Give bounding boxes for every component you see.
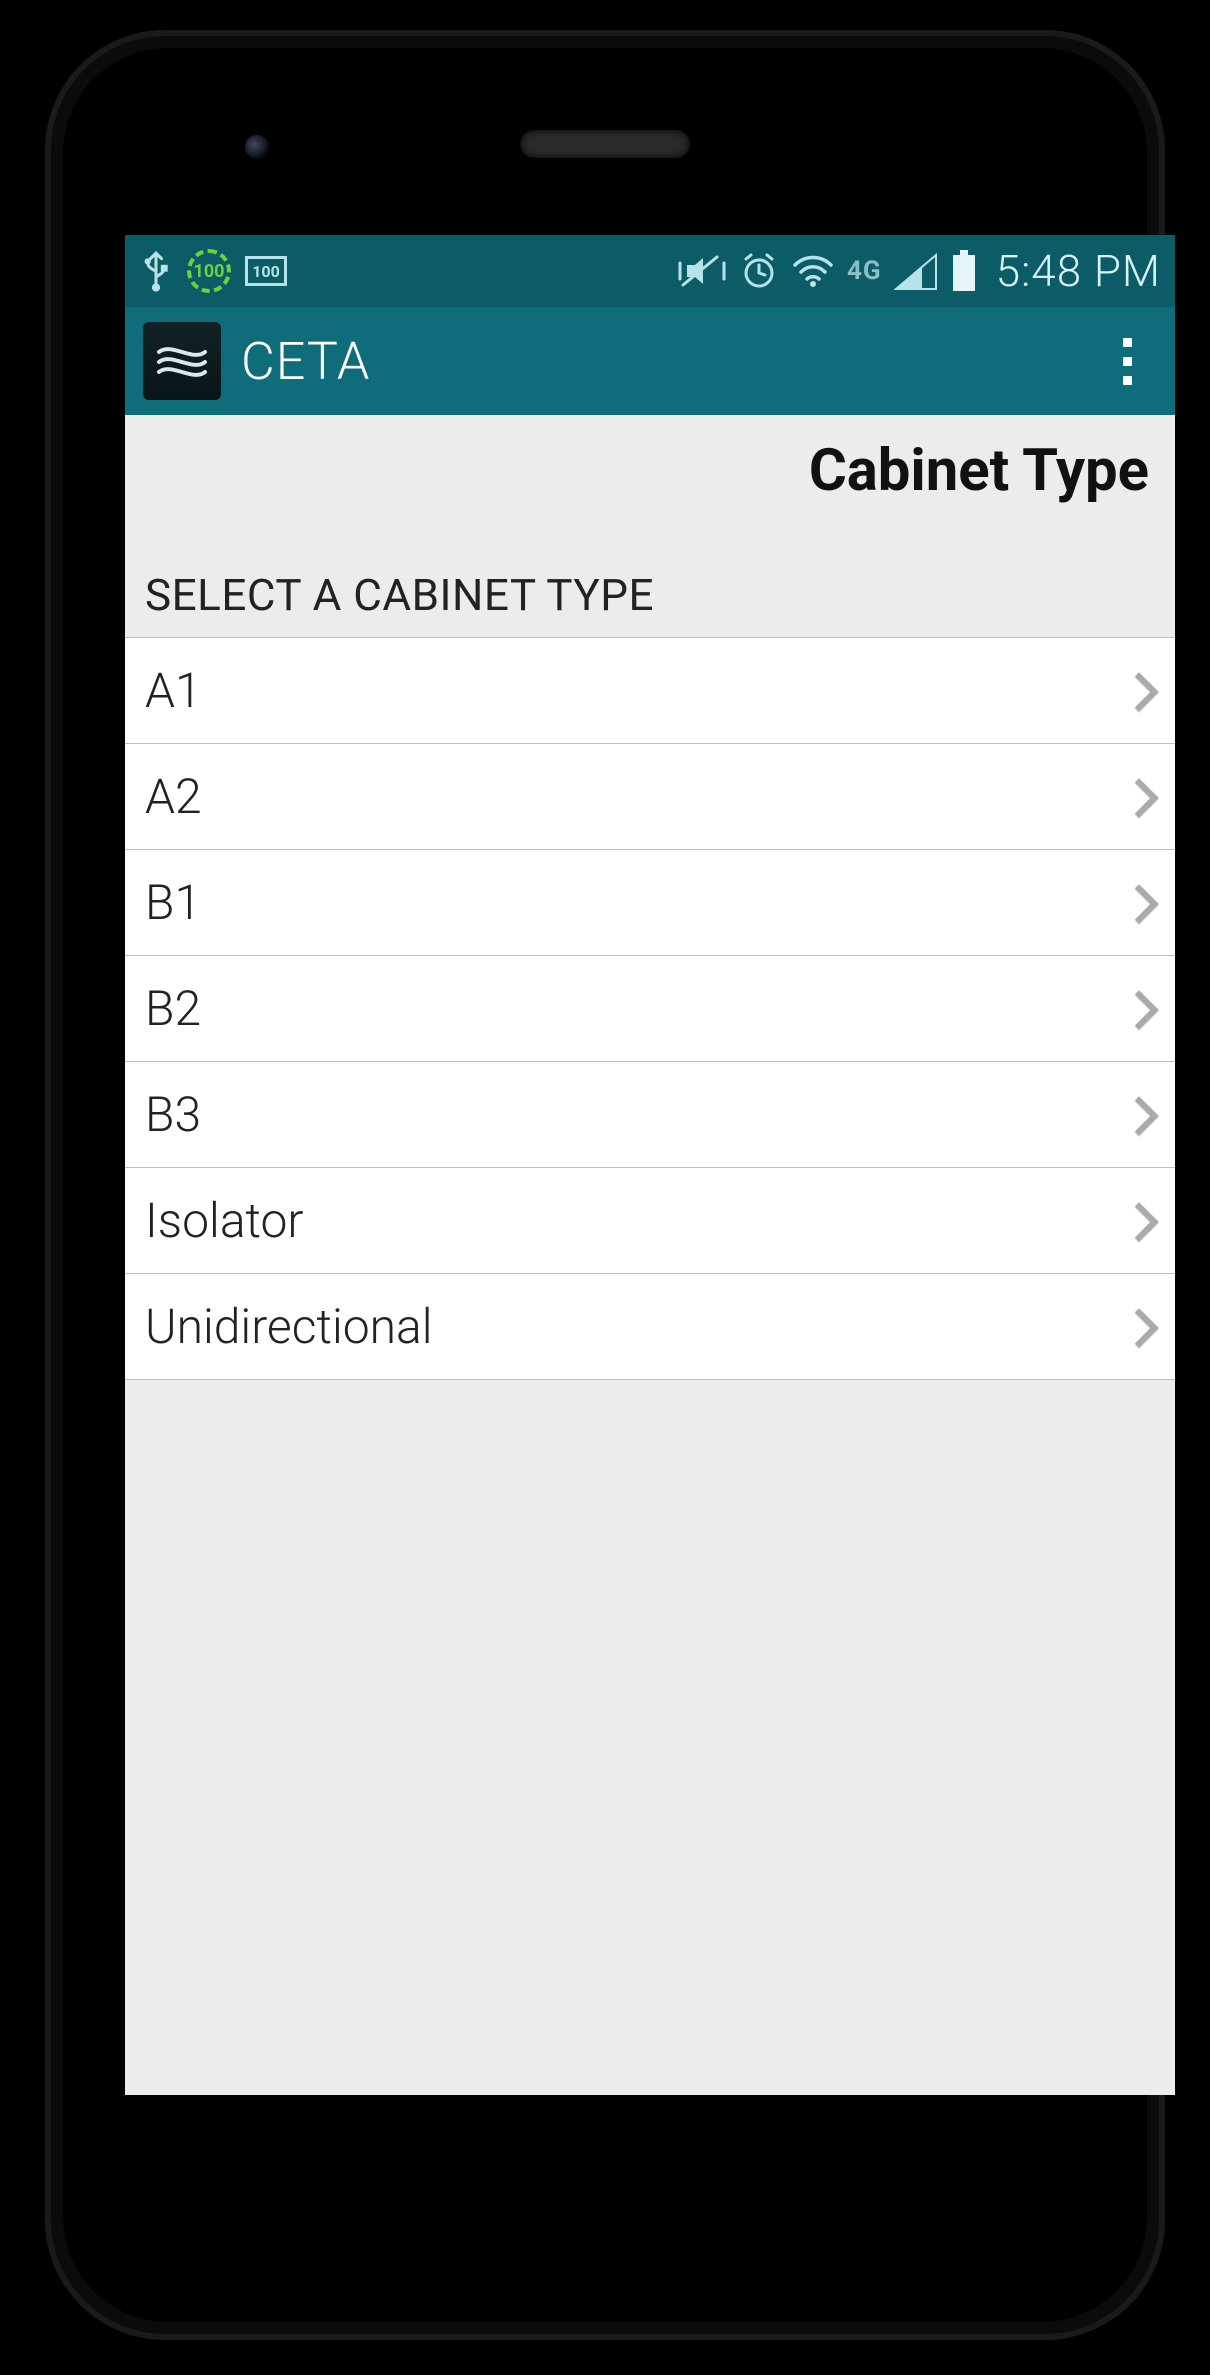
volume-down-button[interactable] xyxy=(79,730,89,880)
list-item-label: A2 xyxy=(145,768,202,825)
list-item-label: Isolator xyxy=(145,1192,304,1249)
phone-frame: 100 100 xyxy=(45,30,1165,2340)
page-header: Cabinet Type xyxy=(125,415,1175,517)
list-item[interactable]: Unidirectional xyxy=(125,1274,1175,1380)
battery-circle-value: 100 xyxy=(194,261,225,282)
chevron-right-icon xyxy=(1121,1098,1155,1132)
front-camera xyxy=(245,135,269,159)
earpiece-speaker xyxy=(520,130,690,158)
list-item[interactable]: A1 xyxy=(125,638,1175,744)
status-clock: 5:48 PM xyxy=(996,245,1161,297)
list-item-label: B3 xyxy=(145,1086,201,1143)
page-title: Cabinet Type xyxy=(151,437,1149,505)
wifi-icon xyxy=(791,251,835,291)
alarm-icon xyxy=(739,251,779,291)
network-4g-label: 4G xyxy=(847,256,882,286)
list-item-label: B1 xyxy=(145,874,201,931)
list-item[interactable]: A2 xyxy=(125,744,1175,850)
empty-area xyxy=(125,1380,1175,2095)
chevron-right-icon xyxy=(1121,992,1155,1026)
chevron-right-icon xyxy=(1121,674,1155,708)
app-title: CETA xyxy=(241,331,370,392)
chevron-right-icon xyxy=(1121,1310,1155,1344)
battery-box-icon: 100 xyxy=(245,256,287,286)
action-bar: CETA xyxy=(125,307,1175,415)
status-bar: 100 100 xyxy=(125,235,1175,307)
stage: 100 100 xyxy=(0,0,1210,2375)
list-item[interactable]: B1 xyxy=(125,850,1175,956)
vibrate-mute-icon xyxy=(677,251,727,291)
status-right: 4G 5:48 PM xyxy=(677,245,1161,297)
list-item-label: Unidirectional xyxy=(145,1298,433,1355)
battery-icon xyxy=(950,250,978,292)
screen: 100 100 xyxy=(125,235,1175,2095)
section-label: SELECT A CABINET TYPE xyxy=(125,517,1175,637)
list-item-label: A1 xyxy=(145,662,202,719)
battery-box-value: 100 xyxy=(252,262,280,281)
list-item[interactable]: B3 xyxy=(125,1062,1175,1168)
battery-circle-icon: 100 xyxy=(187,249,231,293)
chevron-right-icon xyxy=(1121,780,1155,814)
chevron-right-icon xyxy=(1121,1204,1155,1238)
app-icon xyxy=(143,322,221,400)
overflow-menu-button[interactable] xyxy=(1097,326,1157,396)
status-left: 100 100 xyxy=(139,249,287,293)
volume-up-button[interactable] xyxy=(79,550,89,700)
list-item[interactable]: B2 xyxy=(125,956,1175,1062)
signal-icon xyxy=(894,251,938,291)
cabinet-type-list: A1 A2 B1 B2 B3 xyxy=(125,637,1175,1380)
list-item[interactable]: Isolator xyxy=(125,1168,1175,1274)
list-item-label: B2 xyxy=(145,980,201,1037)
chevron-right-icon xyxy=(1121,886,1155,920)
usb-icon xyxy=(139,249,173,293)
